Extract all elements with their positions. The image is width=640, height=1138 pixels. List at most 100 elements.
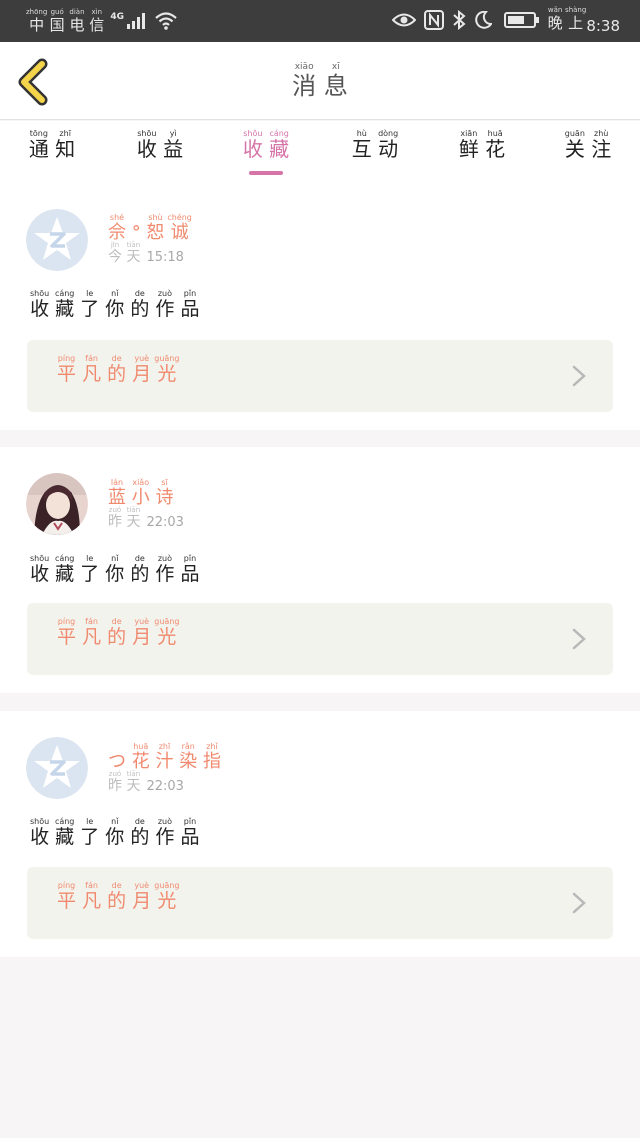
ruby-char: 小xiǎo bbox=[131, 478, 150, 508]
ruby-char: 作zuò bbox=[155, 817, 175, 848]
ruby-char: 天tiān bbox=[126, 241, 141, 265]
tab-notifications[interactable]: 通tōng 知zhī bbox=[7, 129, 97, 162]
ruby-char: 收shōu bbox=[30, 817, 50, 848]
ruby-char: 藏cáng bbox=[54, 289, 75, 320]
avatar[interactable] bbox=[26, 737, 88, 799]
clock-time: 8:38 bbox=[586, 16, 620, 35]
status-bar: 中zhōng 国guó 电diàn 信xìn 4G 晚wǎn 上shàng 8:… bbox=[0, 0, 640, 42]
ruby-char: 消xiāo bbox=[292, 62, 317, 100]
ruby-char: 你nǐ bbox=[105, 817, 125, 848]
work-link[interactable]: 平píng 凡fán 的de 月yuè 光guāng bbox=[27, 867, 613, 939]
ruby-char: 平píng bbox=[57, 617, 77, 648]
ruby-char: 通tōng bbox=[28, 129, 49, 161]
tab-follows[interactable]: 关guān 注zhù bbox=[543, 129, 633, 162]
ruby-char: 益yì bbox=[163, 129, 184, 161]
ruby-char: 蓝lán bbox=[108, 478, 126, 508]
ruby-char: 藏cáng bbox=[54, 817, 75, 848]
action-text: 收shōu 藏cáng 了le 你nǐ 的de 作zuò 品pǐn bbox=[30, 554, 199, 586]
ruby-char: 中zhōng bbox=[26, 8, 48, 34]
ruby-char: 藏cáng bbox=[54, 554, 75, 585]
ruby-char: 平píng bbox=[57, 881, 77, 912]
username[interactable]: 佘shé ° 恕shù 诚chéng bbox=[108, 213, 192, 244]
ruby-char: 你nǐ bbox=[105, 554, 125, 585]
default-qq-avatar-icon bbox=[26, 737, 88, 799]
ruby-char: 月yuè bbox=[132, 617, 152, 648]
ruby-char: 光guāng bbox=[154, 354, 180, 385]
timestamp-day: 今jīn 天tiān bbox=[108, 241, 140, 266]
ruby-char: 鲜xiān bbox=[458, 129, 479, 161]
time-label: 晚wǎn 上shàng bbox=[548, 6, 587, 37]
ruby-char: 的de bbox=[107, 354, 127, 385]
work-title: 平píng 凡fán 的de 月yuè 光guāng bbox=[57, 617, 179, 649]
ruby-char: 今jīn bbox=[108, 241, 122, 265]
header: 消xiāo 息xī bbox=[0, 42, 640, 120]
ruby-char: 息xī bbox=[323, 62, 348, 100]
timestamp: 昨zuó 天tiān 22:03 bbox=[108, 770, 184, 795]
message-card: つ 花huā 汁zhī 染rǎn 指zhǐ 昨zuó 天tiān 22:03 收… bbox=[0, 711, 640, 957]
user-photo-avatar-icon bbox=[26, 473, 88, 535]
ruby-char: 收shōu bbox=[30, 289, 50, 320]
avatar[interactable] bbox=[26, 209, 88, 271]
work-title: 平píng 凡fán 的de 月yuè 光guāng bbox=[57, 881, 179, 913]
signal-icon bbox=[126, 12, 146, 39]
tab-favorites[interactable]: 收shōu 藏cáng bbox=[221, 129, 311, 162]
work-link[interactable]: 平píng 凡fán 的de 月yuè 光guāng bbox=[27, 340, 613, 412]
work-title: 平píng 凡fán 的de 月yuè 光guāng bbox=[57, 354, 179, 386]
ruby-char: 恕shù bbox=[146, 213, 165, 243]
tab-flowers[interactable]: 鲜xiān 花huā bbox=[437, 129, 527, 162]
ruby-char: 晚wǎn bbox=[547, 6, 563, 32]
username[interactable]: つ 花huā 汁zhī 染rǎn 指zhǐ bbox=[108, 742, 221, 773]
ruby-char: 藏cáng bbox=[269, 129, 290, 161]
username[interactable]: 蓝lán 小xiǎo 诗sī bbox=[108, 478, 173, 509]
ruby-char: 凡fán bbox=[82, 354, 102, 385]
page-title: 消xiāo 息xī bbox=[0, 62, 640, 101]
moon-icon bbox=[474, 10, 493, 33]
ruby-char: 诗sī bbox=[155, 478, 174, 508]
message-card: 蓝lán 小xiǎo 诗sī 昨zuó 天tiān 22:03 收shōu 藏c… bbox=[0, 447, 640, 693]
ruby-char: 天tiān bbox=[126, 506, 141, 530]
ruby-char: 你nǐ bbox=[105, 289, 125, 320]
message-card: 佘shé ° 恕shù 诚chéng 今jīn 天tiān 15:18 收shō… bbox=[0, 181, 640, 430]
chevron-right-icon bbox=[572, 365, 586, 387]
tab-interactions[interactable]: 互hù 动dòng bbox=[330, 129, 420, 162]
ruby-char: 关guān bbox=[564, 129, 585, 161]
ruby-char: 光guāng bbox=[154, 881, 180, 912]
action-text: 收shōu 藏cáng 了le 你nǐ 的de 作zuò 品pǐn bbox=[30, 289, 199, 321]
ruby-char: 汁zhī bbox=[155, 742, 174, 772]
wifi-icon bbox=[154, 11, 178, 39]
ruby-char: 染rǎn bbox=[179, 742, 198, 772]
timestamp-day: 昨zuó 天tiān bbox=[108, 506, 140, 531]
default-qq-avatar-icon bbox=[26, 209, 88, 271]
nfc-icon bbox=[423, 9, 444, 34]
ruby-char: 作zuò bbox=[155, 554, 175, 585]
ruby-char: 天tiān bbox=[126, 770, 141, 794]
ruby-char: 昨zuó bbox=[108, 770, 122, 794]
ruby-char: 收shōu bbox=[30, 554, 50, 585]
ruby-char: 光guāng bbox=[154, 617, 180, 648]
active-tab-indicator bbox=[249, 171, 283, 175]
ruby-char: 月yuè bbox=[132, 354, 152, 385]
ruby-char: 的de bbox=[107, 881, 127, 912]
work-link[interactable]: 平píng 凡fán 的de 月yuè 光guāng bbox=[27, 603, 613, 675]
ruby-char: 凡fán bbox=[82, 881, 102, 912]
ruby-char: 月yuè bbox=[132, 881, 152, 912]
tab-earnings[interactable]: 收shōu 益yì bbox=[115, 129, 205, 162]
ruby-char: 的de bbox=[107, 617, 127, 648]
status-right: 晚wǎn 上shàng 8:38 bbox=[391, 6, 620, 37]
ruby-char: 信xìn bbox=[89, 8, 105, 34]
ruby-char: 品pǐn bbox=[180, 817, 200, 848]
chevron-right-icon bbox=[572, 892, 586, 914]
carrier-ruby: 中zhōng 国guó 电diàn 信xìn bbox=[26, 8, 104, 39]
ruby-char: 了le bbox=[80, 554, 100, 585]
carrier-name: 中zhōng 国guó 电diàn 信xìn 4G bbox=[26, 8, 178, 39]
ruby-char: 作zuò bbox=[155, 289, 175, 320]
ruby-char: 诚chéng bbox=[167, 213, 192, 243]
bluetooth-icon bbox=[452, 9, 466, 34]
ruby-char: 花huā bbox=[131, 742, 150, 772]
ruby-char: 品pǐn bbox=[180, 554, 200, 585]
ruby-char: 知zhī bbox=[55, 129, 76, 161]
ruby-char: 收shōu bbox=[136, 129, 157, 161]
avatar[interactable] bbox=[26, 473, 88, 535]
ruby-char: 凡fán bbox=[82, 617, 102, 648]
ruby-char: 佘shé bbox=[108, 213, 126, 243]
